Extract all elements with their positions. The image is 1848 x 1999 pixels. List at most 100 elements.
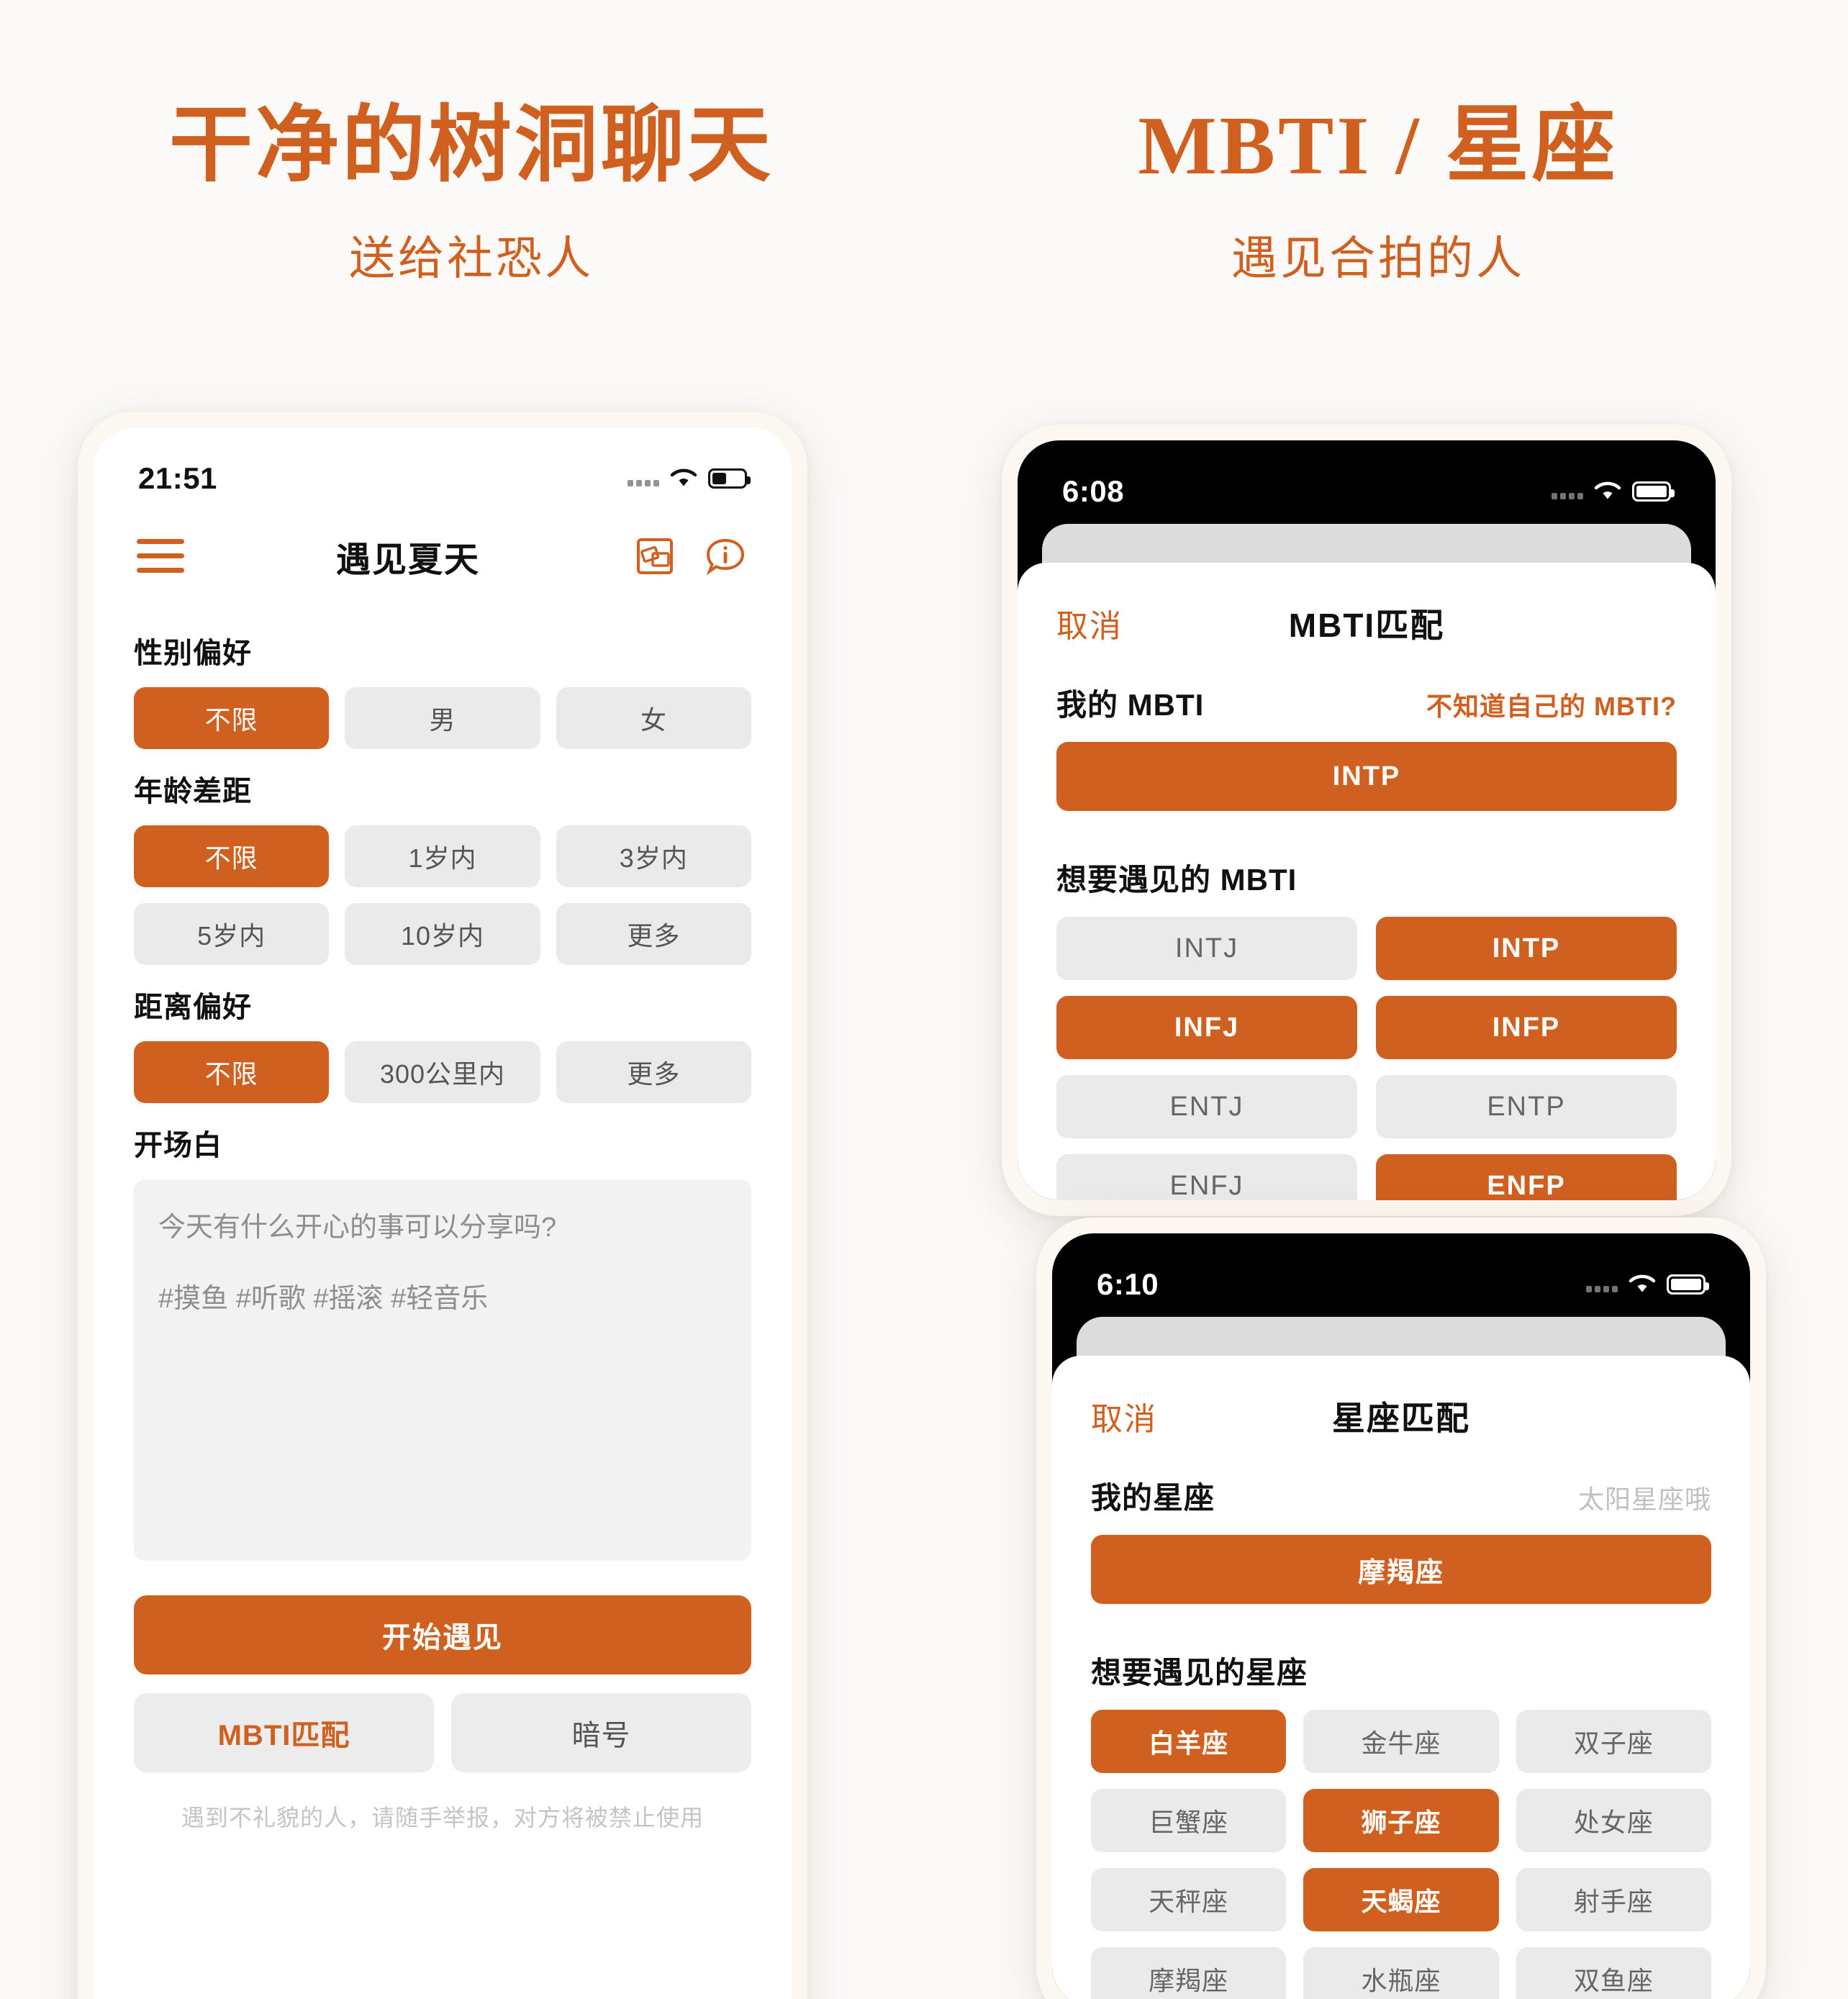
- want-mbti-header: 想要遇见的 MBTI: [1056, 856, 1677, 899]
- phone-screen-main: 21:51 遇见夏天 性别偏好 不限 男 女 年龄差距 不限 1岁内 3岁内 5…: [94, 427, 792, 1999]
- cancel-button[interactable]: 取消: [1056, 600, 1123, 646]
- report-footnote: 遇到不礼貌的人，请随手举报，对方将被禁止使用: [181, 1805, 704, 1831]
- headline-right-subtitle: 遇见合拍的人: [1231, 232, 1525, 284]
- opener-placeholder-line1: 今天有什么开心的事可以分享吗?: [158, 1212, 557, 1243]
- mbti-option-infp[interactable]: INFP: [1376, 996, 1677, 1059]
- chip-gender-1[interactable]: 男: [345, 687, 540, 749]
- status-bar-mbti: 6:08: [1018, 440, 1716, 524]
- zodiac-option-cancer[interactable]: 巨蟹座: [1091, 1789, 1287, 1852]
- phone-screen-zodiac: 6:10 取消 星座匹配 我的星座 太阳星座哦 摩羯座 想要遇见的星座 白羊座 …: [1052, 1233, 1750, 1999]
- zodiac-option-capricorn[interactable]: 摩羯座: [1091, 1947, 1287, 1999]
- promo-headline-right: MBTI / 星座 遇见合拍的人: [950, 100, 1806, 288]
- my-mbti-value[interactable]: INTP: [1056, 742, 1677, 811]
- zodiac-option-virgo[interactable]: 处女座: [1516, 1789, 1711, 1852]
- start-meeting-button[interactable]: 开始遇见: [134, 1595, 751, 1674]
- headline-right-title: MBTI / 星座: [1138, 100, 1618, 192]
- mbti-option-infj[interactable]: INFJ: [1056, 996, 1357, 1059]
- zodiac-option-sagittarius[interactable]: 射手座: [1516, 1868, 1711, 1931]
- phone-mockup-mbti: 6:08 取消 MBTI匹配 我的 MBTI 不知道自己的 MBTI? INTP…: [1002, 425, 1731, 1216]
- phone-mockup-zodiac: 6:10 取消 星座匹配 我的星座 太阳星座哦 摩羯座 想要遇见的星座 白羊座 …: [1036, 1218, 1766, 1999]
- want-mbti-label: 想要遇见的 MBTI: [1056, 863, 1297, 897]
- battery-icon: [708, 468, 751, 489]
- chip-age-3[interactable]: 5岁内: [134, 903, 330, 965]
- my-mbti-label: 我的 MBTI: [1056, 688, 1205, 722]
- want-zodiac-header: 想要遇见的星座: [1091, 1649, 1711, 1692]
- hamburger-icon[interactable]: [137, 530, 184, 582]
- zodiac-option-taurus[interactable]: 金牛座: [1303, 1710, 1499, 1773]
- chip-group-distance: 不限 300公里内 更多: [134, 1041, 751, 1103]
- my-zodiac-value[interactable]: 摩羯座: [1091, 1535, 1711, 1604]
- mbti-help-link[interactable]: 不知道自己的 MBTI?: [1426, 686, 1677, 723]
- chip-distance-0[interactable]: 不限: [134, 1041, 330, 1103]
- zodiac-sheet: 取消 星座匹配 我的星座 太阳星座哦 摩羯座 想要遇见的星座 白羊座 金牛座 双…: [1052, 1356, 1750, 1999]
- chip-group-age: 不限 1岁内 3岁内 5岁内 10岁内 更多: [134, 825, 751, 965]
- chip-distance-2[interactable]: 更多: [556, 1041, 751, 1103]
- status-bar-zodiac: 6:10: [1052, 1233, 1750, 1317]
- cancel-button[interactable]: 取消: [1091, 1393, 1157, 1439]
- mbti-match-button[interactable]: MBTI匹配: [134, 1693, 434, 1772]
- chip-gender-2[interactable]: 女: [556, 687, 751, 749]
- battery-icon: [1632, 481, 1675, 502]
- app-navbar: 遇见夏天: [94, 511, 792, 604]
- chip-age-5[interactable]: 更多: [556, 903, 751, 965]
- mbti-option-enfj[interactable]: ENFJ: [1056, 1154, 1357, 1200]
- signal-icon: [1586, 1277, 1618, 1292]
- headline-left-subtitle: 送给社恐人: [349, 232, 594, 284]
- want-zodiac-label: 想要遇见的星座: [1091, 1656, 1308, 1690]
- wifi-icon: [1628, 1274, 1657, 1295]
- mbti-sheet-body: 我的 MBTI 不知道自己的 MBTI? INTP 想要遇见的 MBTI INT…: [1018, 668, 1716, 1200]
- status-time: 6:08: [1062, 474, 1125, 508]
- my-zodiac-label: 我的星座: [1091, 1481, 1215, 1515]
- chip-age-0[interactable]: 不限: [134, 825, 330, 887]
- zodiac-sheet-navbar: 取消 星座匹配: [1052, 1356, 1750, 1461]
- info-bubble-icon[interactable]: [702, 533, 748, 579]
- chip-age-4[interactable]: 10岁内: [345, 903, 540, 965]
- chip-age-1[interactable]: 1岁内: [345, 825, 540, 887]
- mbti-sheet: 取消 MBTI匹配 我的 MBTI 不知道自己的 MBTI? INTP 想要遇见…: [1018, 563, 1716, 1200]
- zodiac-option-leo[interactable]: 狮子座: [1303, 1789, 1499, 1852]
- chip-age-2[interactable]: 3岁内: [556, 825, 751, 887]
- mbti-option-intp[interactable]: INTP: [1376, 917, 1677, 980]
- my-mbti-header: 我的 MBTI 不知道自己的 MBTI?: [1056, 681, 1677, 725]
- signal-icon: [628, 471, 659, 486]
- zodiac-option-grid: 白羊座 金牛座 双子座 巨蟹座 狮子座 处女座 天秤座 天蝎座 射手座 摩羯座 …: [1091, 1710, 1711, 1999]
- chip-distance-1[interactable]: 300公里内: [345, 1041, 540, 1103]
- field-label-gender: 性别偏好: [134, 638, 252, 669]
- zodiac-option-aries[interactable]: 白羊座: [1091, 1710, 1287, 1773]
- zodiac-sheet-body: 我的星座 太阳星座哦 摩羯座 想要遇见的星座 白羊座 金牛座 双子座 巨蟹座 狮…: [1052, 1461, 1750, 1999]
- zodiac-option-libra[interactable]: 天秤座: [1091, 1868, 1287, 1931]
- secret-code-button[interactable]: 暗号: [451, 1693, 751, 1772]
- chip-group-gender: 不限 男 女: [134, 687, 751, 749]
- promo-page: 干净的树洞聊天 送给社恐人 MBTI / 星座 遇见合拍的人 21:51 遇见夏…: [0, 0, 1848, 1999]
- zodiac-option-pisces[interactable]: 双鱼座: [1516, 1947, 1711, 1999]
- promo-headline-left: 干净的树洞聊天 送给社恐人: [43, 100, 900, 288]
- mbti-option-entj[interactable]: ENTJ: [1056, 1075, 1357, 1138]
- zodiac-hint: 太阳星座哦: [1577, 1484, 1711, 1514]
- wifi-icon: [669, 468, 698, 489]
- mbti-sheet-navbar: 取消 MBTI匹配: [1018, 563, 1716, 668]
- phone-screen-mbti: 6:08 取消 MBTI匹配 我的 MBTI 不知道自己的 MBTI? INTP…: [1018, 440, 1716, 1200]
- modal-backdrop-mbti: 取消 MBTI匹配 我的 MBTI 不知道自己的 MBTI? INTP 想要遇见…: [1018, 524, 1716, 1200]
- signal-icon: [1552, 484, 1583, 499]
- page-title: 遇见夏天: [335, 540, 480, 579]
- preferences-form: 性别偏好 不限 男 女 年龄差距 不限 1岁内 3岁内 5岁内 10岁内 更多 …: [94, 604, 792, 1833]
- zodiac-option-gemini[interactable]: 双子座: [1516, 1710, 1711, 1773]
- wifi-icon: [1593, 481, 1622, 502]
- zodiac-option-aquarius[interactable]: 水瓶座: [1303, 1947, 1499, 1999]
- status-time: 6:10: [1097, 1267, 1159, 1301]
- status-bar-main: 21:51: [94, 427, 792, 511]
- mbti-option-entp[interactable]: ENTP: [1376, 1075, 1677, 1138]
- my-zodiac-header: 我的星座 太阳星座哦: [1091, 1474, 1711, 1518]
- opener-input[interactable]: 今天有什么开心的事可以分享吗? #摸鱼 #听歌 #摇滚 #轻音乐: [134, 1179, 751, 1561]
- zodiac-option-scorpio[interactable]: 天蝎座: [1303, 1868, 1499, 1931]
- mbti-option-intj[interactable]: INTJ: [1056, 917, 1357, 980]
- status-time: 21:51: [138, 461, 217, 495]
- mbti-option-enfp[interactable]: ENFP: [1376, 1154, 1677, 1200]
- modal-backdrop-zodiac: 取消 星座匹配 我的星座 太阳星座哦 摩羯座 想要遇见的星座 白羊座 金牛座 双…: [1052, 1317, 1750, 1999]
- photo-cards-icon[interactable]: [632, 533, 678, 579]
- secondary-button-row: MBTI匹配 暗号: [134, 1693, 751, 1772]
- battery-icon: [1667, 1274, 1709, 1295]
- field-label-age: 年龄差距: [134, 776, 252, 807]
- chip-gender-0[interactable]: 不限: [134, 687, 330, 749]
- opener-placeholder-line2: #摸鱼 #听歌 #摇滚 #轻音乐: [158, 1283, 489, 1314]
